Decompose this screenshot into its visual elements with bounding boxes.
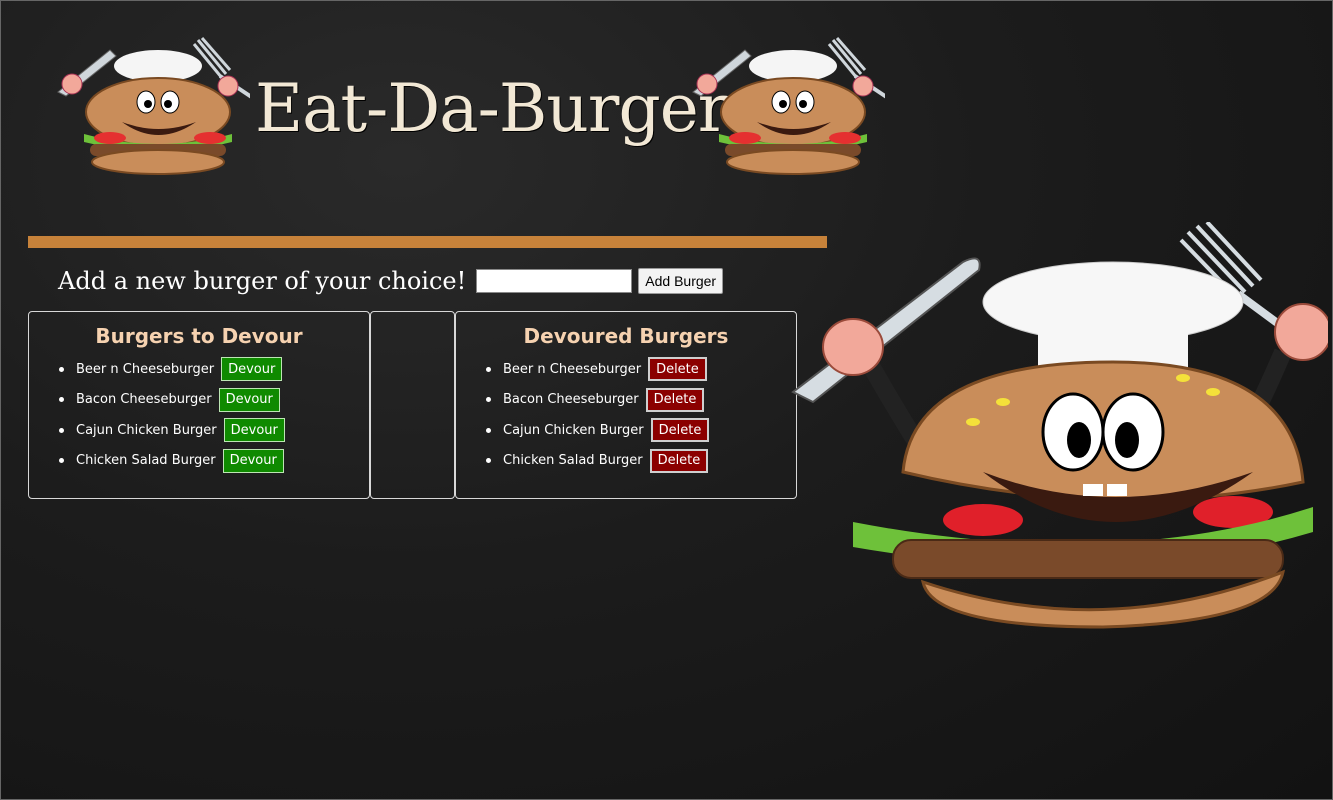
- burger-mascot-icon: [791, 222, 1328, 629]
- add-burger-label: Add a new burger of your choice!: [58, 267, 467, 295]
- spacer-panel: [370, 311, 455, 499]
- list-item: Bacon Cheeseburger Devour: [59, 385, 369, 416]
- list-item: Beer n Cheeseburger Devour: [59, 354, 369, 385]
- bullet-icon: [59, 458, 64, 464]
- burger-name: Chicken Salad Burger: [503, 453, 643, 469]
- bullet-icon: [486, 458, 491, 464]
- list-item: Chicken Salad Burger Devour: [59, 446, 369, 477]
- app-title: Eat-Da-Burger: [255, 70, 729, 147]
- devour-button[interactable]: Devour: [223, 418, 285, 443]
- bullet-icon: [486, 397, 491, 403]
- list-item: Beer n Cheeseburger Delete: [486, 354, 796, 385]
- burger-name: Bacon Cheeseburger: [76, 392, 212, 408]
- header-banner: Eat-Da-Burger: [50, 30, 910, 190]
- burger-name: Beer n Cheeseburger: [503, 361, 642, 377]
- divider-bar: [28, 236, 827, 248]
- bullet-icon: [486, 427, 491, 433]
- delete-button[interactable]: Delete: [645, 387, 705, 412]
- burger-name: Beer n Cheeseburger: [76, 361, 215, 377]
- devour-button[interactable]: Devour: [218, 387, 280, 412]
- burger-mascot-icon: [692, 37, 885, 175]
- delete-button[interactable]: Delete: [648, 357, 707, 382]
- add-burger-button[interactable]: Add Burger: [638, 268, 724, 294]
- list-item: Chicken Salad Burger Delete: [486, 446, 796, 477]
- bullet-icon: [486, 366, 491, 372]
- list-item: Bacon Cheeseburger Delete: [486, 385, 796, 416]
- list-item: Cajun Chicken Burger Devour: [59, 415, 369, 446]
- panel-heading: Burgers to Devour: [95, 324, 303, 348]
- burger-name: Cajun Chicken Burger: [503, 422, 644, 438]
- burgers-to-devour-panel: Burgers to Devour Beer n Cheeseburger De…: [28, 311, 370, 499]
- add-burger-form: Add a new burger of your choice! Add Bur…: [58, 264, 724, 298]
- burger-name: Bacon Cheeseburger: [503, 392, 639, 408]
- delete-button[interactable]: Delete: [649, 448, 709, 473]
- panel-heading: Devoured Burgers: [523, 324, 729, 348]
- devoured-list: Beer n Cheeseburger Delete Bacon Cheeseb…: [456, 354, 796, 476]
- devour-button[interactable]: Devour: [222, 448, 284, 473]
- burger-name: Chicken Salad Burger: [76, 453, 216, 469]
- bullet-icon: [59, 397, 64, 403]
- bullet-icon: [59, 427, 64, 433]
- delete-button[interactable]: Delete: [650, 418, 710, 443]
- bullet-icon: [59, 366, 64, 372]
- burger-mascot-icon: [57, 37, 250, 175]
- to-devour-list: Beer n Cheeseburger Devour Bacon Cheeseb…: [29, 354, 369, 476]
- list-item: Cajun Chicken Burger Delete: [486, 415, 796, 446]
- burger-name: Cajun Chicken Burger: [76, 422, 217, 438]
- devour-button[interactable]: Devour: [221, 357, 283, 382]
- devoured-burgers-panel: Devoured Burgers Beer n Cheeseburger Del…: [455, 311, 797, 499]
- burger-name-input[interactable]: [476, 269, 633, 293]
